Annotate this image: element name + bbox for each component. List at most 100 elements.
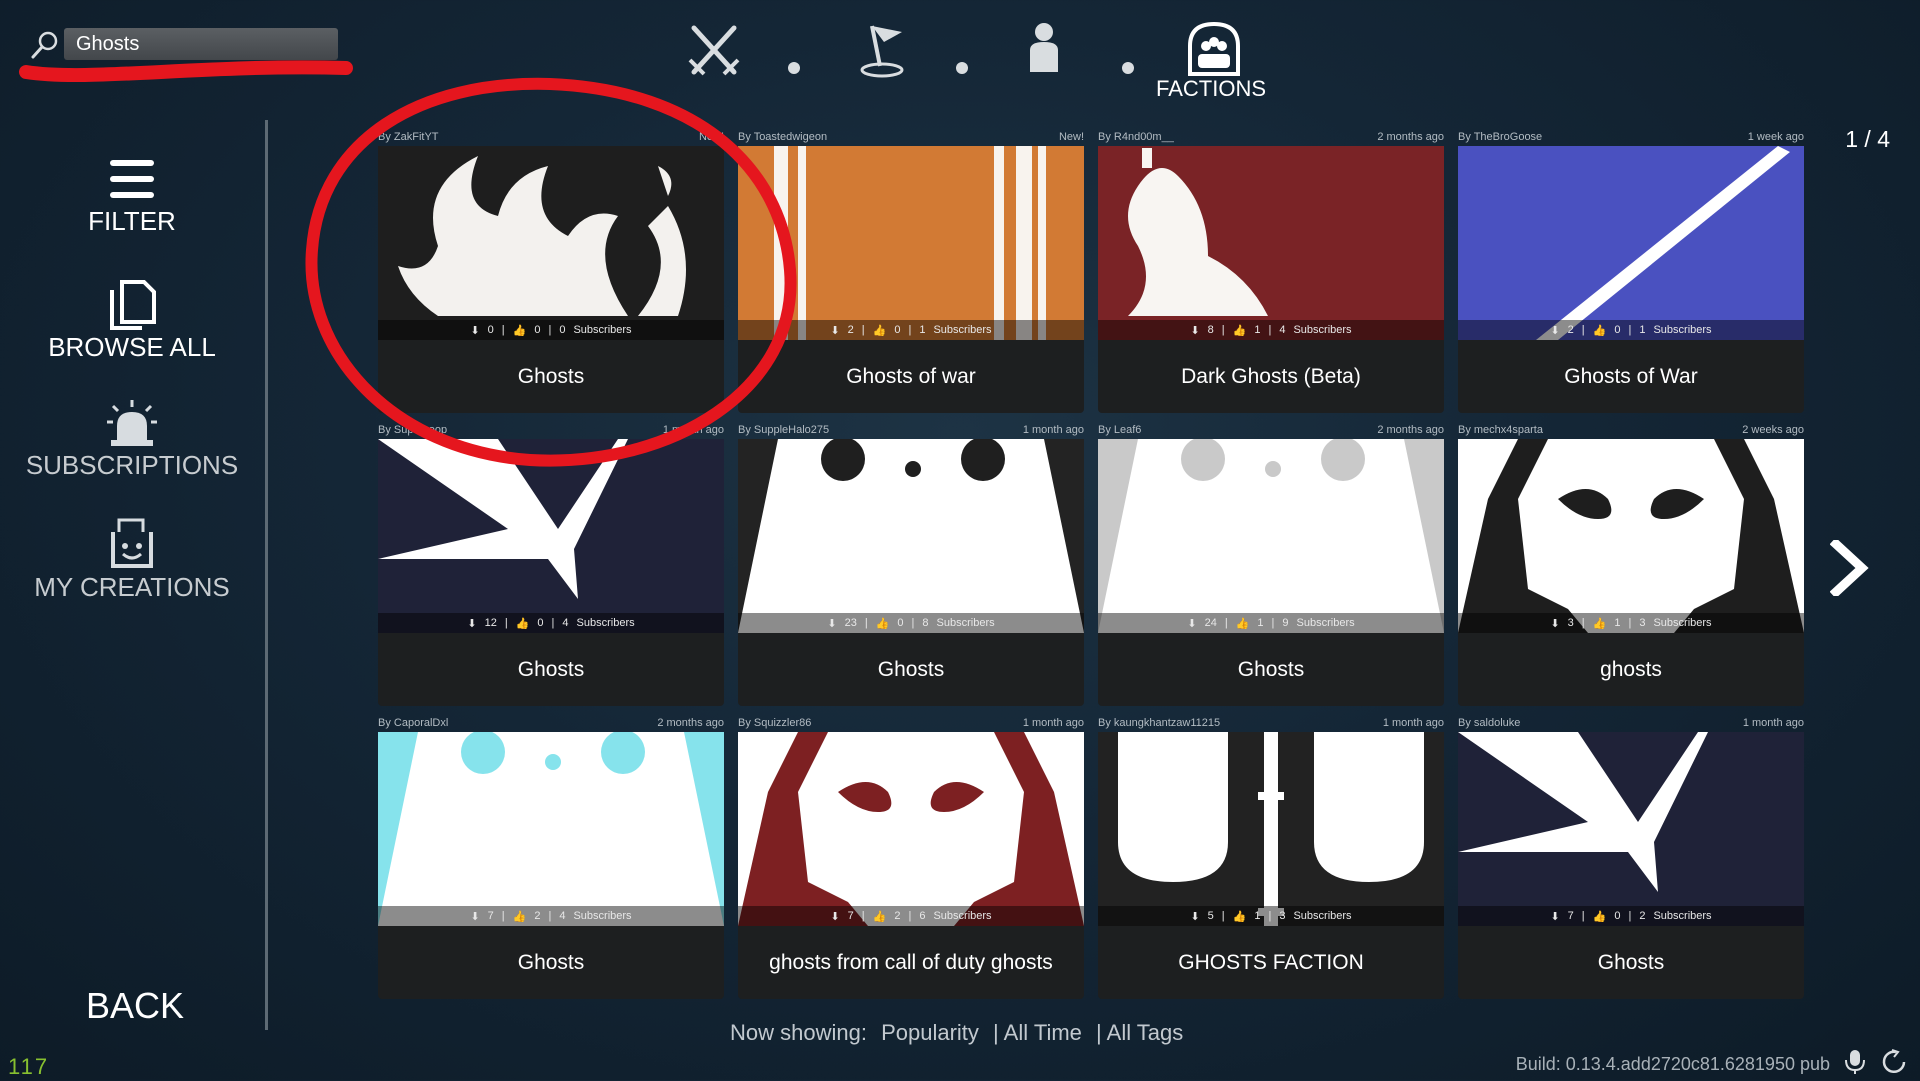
mod-card[interactable]: By Toastedwigeon New! ⬇ 2 | 👍 0 | 1 Subscriber… bbox=[738, 130, 1084, 415]
card-author: By Leaf6 bbox=[1098, 424, 1142, 436]
card-author: By saldoluke bbox=[1458, 717, 1521, 729]
mod-card[interactable]: By TheBroGoose 1 week ago ⬇ 2 | 👍 0 | 1 Subscr… bbox=[1458, 130, 1804, 415]
download-icon: ⬇ bbox=[1190, 324, 1200, 337]
card-stats: ⬇ 7 | 👍 2 | 4 Subscribers bbox=[378, 906, 724, 926]
card-thumbnail bbox=[1458, 146, 1804, 340]
sort-popularity[interactable]: Popularity bbox=[881, 1020, 979, 1045]
download-icon: ⬇ bbox=[830, 324, 840, 337]
card-thumbnail bbox=[378, 146, 724, 340]
card-thumbnail bbox=[1098, 146, 1444, 340]
card-thumbnail bbox=[1458, 732, 1804, 926]
filter-button[interactable]: FILTER bbox=[0, 158, 264, 237]
mod-card[interactable]: By Leaf6 2 months ago ⬇ 24 | 👍 1 | 9 Subscribe… bbox=[1098, 423, 1444, 708]
card-thumbnail bbox=[1458, 439, 1804, 633]
card-thumbnail bbox=[738, 146, 1084, 340]
subscriptions-label: SUBSCRIPTIONS bbox=[25, 450, 239, 480]
sidebar-divider bbox=[265, 120, 268, 1030]
person-icon[interactable] bbox=[1014, 20, 1074, 80]
download-icon: ⬇ bbox=[1550, 910, 1560, 923]
subscriptions-button[interactable]: SUBSCRIPTIONS bbox=[0, 398, 264, 481]
map-flag-icon[interactable] bbox=[854, 20, 914, 80]
build-version: Build: 0.13.4.add2720c81.6281950 pub bbox=[1515, 1054, 1830, 1074]
download-icon: ⬇ bbox=[470, 324, 480, 337]
card-title: Ghosts bbox=[378, 633, 724, 706]
card-age: 1 month ago bbox=[1022, 424, 1084, 436]
card-thumbnail bbox=[738, 732, 1084, 926]
hamburger-icon bbox=[110, 160, 154, 198]
card-title: Ghosts bbox=[1098, 633, 1444, 706]
mod-card[interactable]: By CaporalDxl 2 months ago ⬇ 7 | 👍 2 | 4 Subsc… bbox=[378, 716, 724, 1001]
fps-counter: 117 bbox=[8, 1054, 50, 1079]
factions-icon[interactable] bbox=[1184, 20, 1244, 80]
card-stats: ⬇ 5 | 👍 1 | 3 Subscribers bbox=[1098, 906, 1444, 926]
mod-card[interactable]: By R4nd00m__ 2 months ago ⬇ 8 | 👍 1 | 4 Subscr… bbox=[1098, 130, 1444, 415]
card-title: GHOSTS FACTION bbox=[1098, 926, 1444, 999]
crossed-swords-icon[interactable] bbox=[684, 20, 744, 80]
card-age: 2 months ago bbox=[1377, 131, 1444, 143]
browse-all-button[interactable]: BROWSE ALL bbox=[0, 278, 264, 363]
mod-card[interactable]: By Supercoop 1 month ago ⬇ 12 | 👍 0 | 4 Subscr… bbox=[378, 423, 724, 708]
thumbs-up-icon: 👍 bbox=[1232, 324, 1247, 337]
filter-label: FILTER bbox=[88, 206, 176, 236]
thumbs-up-icon: 👍 bbox=[1592, 910, 1607, 923]
mod-card[interactable]: By saldoluke 1 month ago ⬇ 7 | 👍 0 | 2 Subscri… bbox=[1458, 716, 1804, 1001]
card-stats: ⬇ 0 | 👍 0 | 0 Subscribers bbox=[378, 320, 724, 340]
card-stats: ⬇ 23 | 👍 0 | 8 Subscribers bbox=[738, 613, 1084, 633]
nav-separator bbox=[956, 62, 968, 74]
back-button[interactable]: BACK bbox=[86, 985, 184, 1027]
card-thumbnail bbox=[378, 732, 724, 926]
card-author: By kaungkhantzaw11215 bbox=[1098, 717, 1221, 729]
my-creations-label: MY CREATIONS bbox=[34, 572, 230, 602]
card-author: By TheBroGoose bbox=[1458, 131, 1543, 143]
chevron-right-icon[interactable] bbox=[1830, 540, 1870, 596]
thumbs-up-icon: 👍 bbox=[1592, 324, 1607, 337]
thumbs-up-icon: 👍 bbox=[515, 617, 530, 630]
sort-status: Now showing: Popularity | All Time | All… bbox=[730, 1020, 1191, 1046]
download-icon: ⬇ bbox=[1550, 324, 1560, 337]
card-title: Dark Ghosts (Beta) bbox=[1098, 340, 1444, 413]
download-icon: ⬇ bbox=[470, 910, 480, 923]
download-icon: ⬇ bbox=[827, 617, 837, 630]
card-stats: ⬇ 24 | 👍 1 | 9 Subscribers bbox=[1098, 613, 1444, 633]
card-age: New! bbox=[698, 131, 724, 143]
thumbs-up-icon: 👍 bbox=[872, 324, 887, 337]
card-author: By R4nd00m__ bbox=[1098, 131, 1174, 143]
card-stats: ⬇ 2 | 👍 0 | 1 Subscribers bbox=[1458, 320, 1804, 340]
download-icon: ⬇ bbox=[1190, 910, 1200, 923]
mod-card[interactable]: By kaungkhantzaw11215 1 month ago ⬇ 5 | 👍 1 |… bbox=[1098, 716, 1444, 1001]
card-thumbnail bbox=[1098, 439, 1444, 633]
card-thumbnail bbox=[738, 439, 1084, 633]
mod-card[interactable]: By ZakFitYT New! ⬇ 0 | 👍 0 | 0 Subscribers Gho… bbox=[378, 130, 724, 415]
card-age: 2 months ago bbox=[657, 717, 724, 729]
sidebar: FILTER BROWSE ALL SUBSCRIPTIONS MY CREAT… bbox=[0, 120, 266, 1040]
card-stats: ⬇ 7 | 👍 2 | 6 Subscribers bbox=[738, 906, 1084, 926]
download-icon: ⬇ bbox=[830, 910, 840, 923]
card-age: 1 month ago bbox=[1382, 717, 1444, 729]
card-author: By SuppleHalo275 bbox=[738, 424, 830, 436]
card-title: Ghosts bbox=[738, 633, 1084, 706]
thumbs-up-icon: 👍 bbox=[872, 910, 887, 923]
card-age: 2 weeks ago bbox=[1742, 424, 1804, 436]
sort-time[interactable]: | All Time bbox=[993, 1020, 1082, 1045]
thumbs-up-icon: 👍 bbox=[512, 910, 527, 923]
mod-card[interactable]: By mechx4sparta 2 weeks ago ⬇ 3 | 👍 1 | 3 Subs… bbox=[1458, 423, 1804, 708]
nav-separator bbox=[1122, 62, 1134, 74]
card-title: Ghosts bbox=[1458, 926, 1804, 999]
sort-tags[interactable]: | All Tags bbox=[1096, 1020, 1183, 1045]
microphone-icon[interactable] bbox=[1845, 1050, 1865, 1074]
mod-card[interactable]: By Squizzler86 1 month ago ⬇ 7 | 👍 2 | 6 Subsc… bbox=[738, 716, 1084, 1001]
annotation-underline bbox=[19, 60, 353, 83]
card-thumbnail bbox=[1098, 732, 1444, 926]
nav-label-factions[interactable]: FACTIONS bbox=[1156, 76, 1266, 102]
card-age: 1 week ago bbox=[1747, 131, 1804, 143]
mod-card[interactable]: By SuppleHalo275 1 month ago ⬇ 23 | 👍 0 | 8 Su… bbox=[738, 423, 1084, 708]
download-icon: ⬇ bbox=[1187, 617, 1197, 630]
thumbs-up-icon: 👍 bbox=[875, 617, 890, 630]
card-stats: ⬇ 7 | 👍 0 | 2 Subscribers bbox=[1458, 906, 1804, 926]
my-creations-button[interactable]: MY CREATIONS bbox=[0, 516, 264, 603]
card-title: Ghosts bbox=[378, 340, 724, 413]
card-age: 1 month ago bbox=[662, 424, 724, 436]
card-title: Ghosts of War bbox=[1458, 340, 1804, 413]
refresh-icon[interactable] bbox=[1882, 1049, 1906, 1074]
card-stats: ⬇ 8 | 👍 1 | 4 Subscribers bbox=[1098, 320, 1444, 340]
